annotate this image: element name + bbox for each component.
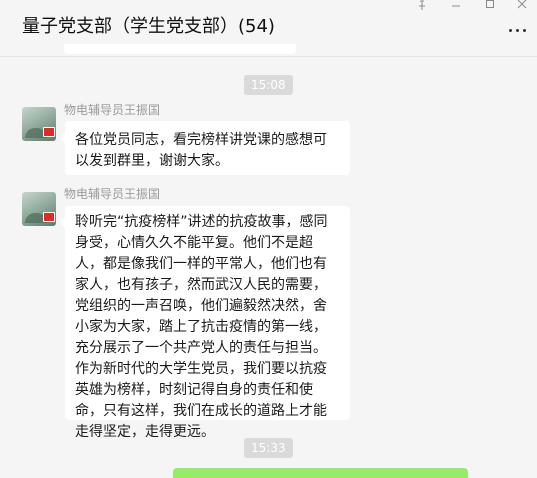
message-bubble[interactable]: 聆听完“抗疫榜样”讲述的抗疫故事，感同身受，心情久久不能平复。他们不是超人，都是… — [60, 206, 350, 440]
chat-title: 量子党支部（学生党支部）(54) — [22, 16, 275, 37]
previous-message-bubble — [64, 44, 296, 54]
close-icon[interactable] — [511, 0, 533, 14]
sender-avatar[interactable] — [22, 192, 56, 226]
maximize-icon[interactable] — [479, 0, 501, 14]
timestamp-chip: 15:33 — [244, 438, 293, 458]
message-bubble[interactable]: 各位党员同志，看完榜样讲党课的感想可以发到群里，谢谢大家。 — [60, 121, 350, 175]
timestamp-chip: 15:08 — [244, 75, 293, 95]
sent-message-bubble[interactable] — [173, 468, 468, 478]
pin-icon[interactable] — [411, 0, 433, 14]
sender-avatar[interactable] — [22, 107, 56, 141]
more-dots-icon[interactable] — [505, 22, 529, 38]
sender-name: 物电辅导员王振国 — [64, 103, 161, 117]
minimize-icon[interactable] — [445, 0, 467, 14]
sender-name: 物电辅导员王振国 — [64, 187, 161, 201]
